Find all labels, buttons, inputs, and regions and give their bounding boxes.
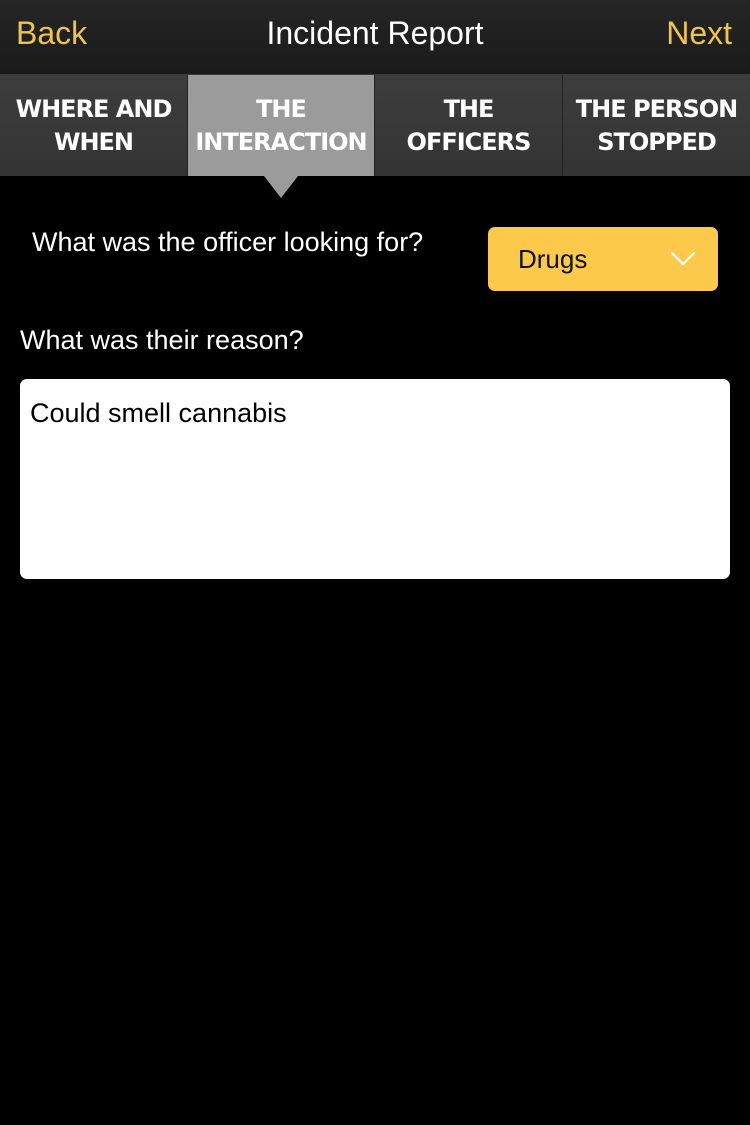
looking-for-selected-value: Drugs <box>518 244 588 274</box>
tab-the-interaction[interactable]: THE INTERACTION <box>188 75 375 198</box>
next-button[interactable]: Next <box>666 14 732 52</box>
looking-for-select[interactable]: Drugs <box>488 227 718 291</box>
looking-for-question-label: What was the officer looking for? <box>32 227 424 257</box>
reason-text-area[interactable]: Could smell cannabis <box>20 379 730 579</box>
tab-label: THE OFFICERS <box>406 94 532 156</box>
page-title: Incident Report <box>266 15 484 51</box>
reason-question-label: What was their reason? <box>20 325 304 355</box>
section-tabs: WHERE AND WHEN THE INTERACTION THE OFFIC… <box>0 75 750 198</box>
navigation-bar: Back Incident Report Next <box>0 0 750 75</box>
chevron-down-icon <box>670 251 696 266</box>
tab-where-and-when[interactable]: WHERE AND WHEN <box>0 75 188 176</box>
tab-the-officers[interactable]: THE OFFICERS <box>375 75 563 176</box>
tab-the-person-stopped[interactable]: THE PERSON STOPPED <box>563 75 750 176</box>
tab-label: THE PERSON STOPPED <box>575 94 738 156</box>
tab-label: WHERE AND WHEN <box>15 94 173 156</box>
tab-label: THE INTERACTION <box>195 94 367 156</box>
back-button[interactable]: Back <box>16 14 87 52</box>
active-tab-pointer <box>264 176 298 198</box>
